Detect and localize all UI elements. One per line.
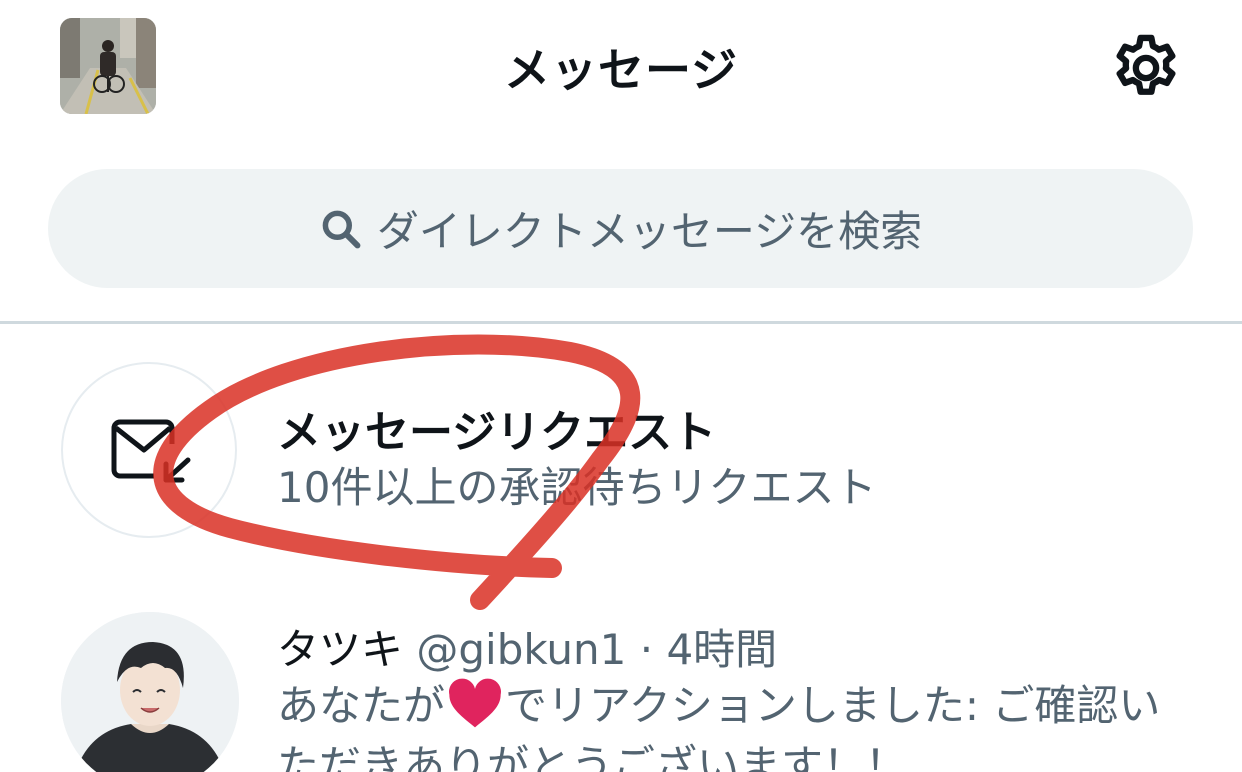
conversation-item[interactable]: タツキ @gibkun1 · 4時間 あなたが でリアクションしました: ご確認… <box>0 590 1242 772</box>
avatar[interactable] <box>61 612 239 772</box>
conversation-header: タツキ @gibkun1 · 4時間 <box>277 616 777 677</box>
gear-icon <box>1116 34 1176 95</box>
message-requests-title: メッセージリクエスト <box>277 407 717 458</box>
search-input[interactable]: ダイレクトメッセージを検索 <box>48 169 1193 288</box>
conversation-name: タツキ <box>277 625 404 674</box>
separator-dot: · <box>639 625 654 674</box>
conversation-preview: あなたが でリアクションしました: ご確認いただきありがとうございます！！ <box>277 676 1197 772</box>
heart-icon <box>449 678 502 728</box>
page-title: メッセージ <box>503 43 739 97</box>
conversation-handle: @gibkun1 <box>416 625 627 674</box>
message-requests-row[interactable]: メッセージリクエスト 10件以上の承認待ちリクエスト <box>0 324 1242 574</box>
avatar-illustration <box>61 612 239 772</box>
messages-screen: メッセージ ダイレクトメッセージを検索 メッセージリクエスト 10件以上の承認待… <box>0 0 1242 772</box>
mail-request-icon <box>111 419 191 483</box>
settings-button[interactable] <box>1108 30 1184 106</box>
search-placeholder: ダイレクトメッセージを検索 <box>376 207 923 256</box>
preview-text-before: あなたが <box>277 681 446 730</box>
conversation-time: 4時間 <box>666 625 778 674</box>
message-requests-subtitle: 10件以上の承認待ちリクエスト <box>277 463 877 512</box>
search-icon <box>322 210 361 248</box>
